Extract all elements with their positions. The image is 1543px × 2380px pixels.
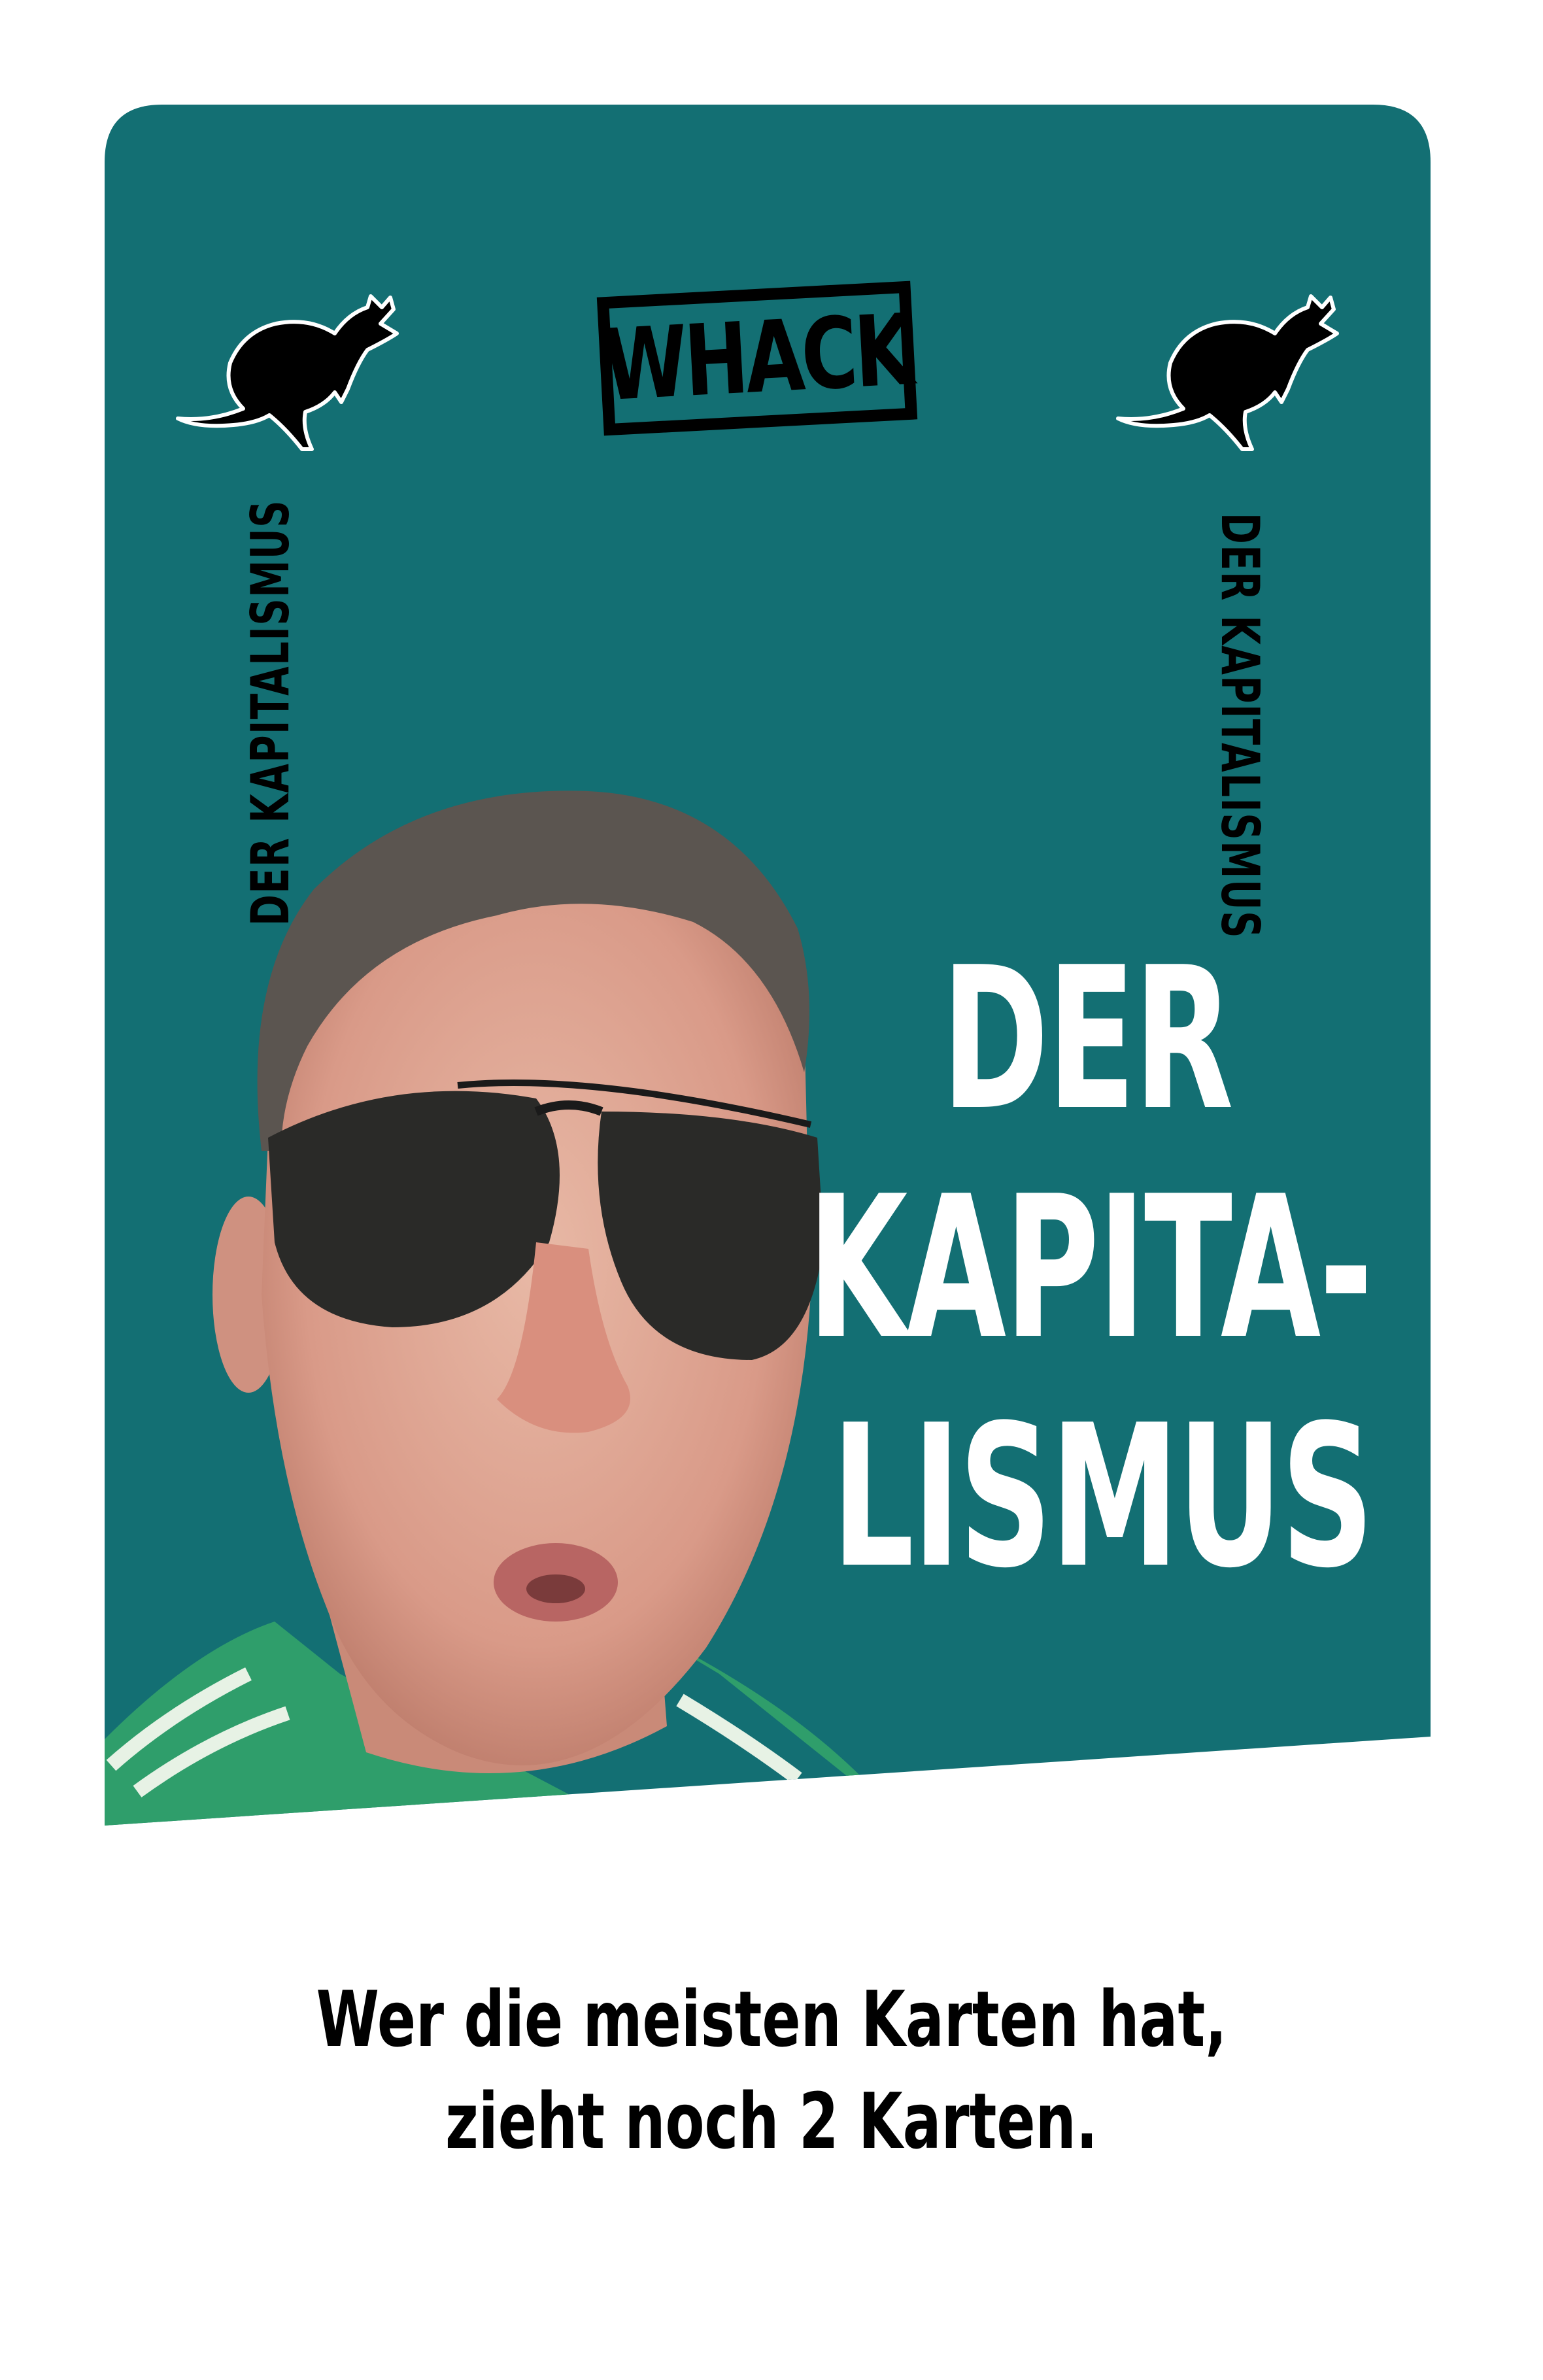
card-title-line-2: KAPITA- [807, 1154, 1373, 1382]
card-title-line-1: DER [941, 925, 1234, 1153]
card-instruction: Wer die meisten Karten hat, zieht noch 2… [0, 1968, 1543, 2172]
instruction-line-1: Wer die meisten Karten hat, [316, 1974, 1227, 2064]
card-title-line-3: LISMUS [832, 1383, 1374, 1611]
kangaroo-icon [1116, 294, 1339, 451]
side-label-right: DER KAPITALISMUS [1210, 512, 1270, 940]
whack-logo-text: WHACK [600, 293, 914, 424]
instruction-line-2: zieht noch 2 Karten. [445, 2076, 1098, 2166]
whack-logo: WHACK [596, 280, 918, 436]
side-label-left: DER KAPITALISMUS [240, 499, 301, 926]
kangaroo-icon [176, 294, 399, 451]
